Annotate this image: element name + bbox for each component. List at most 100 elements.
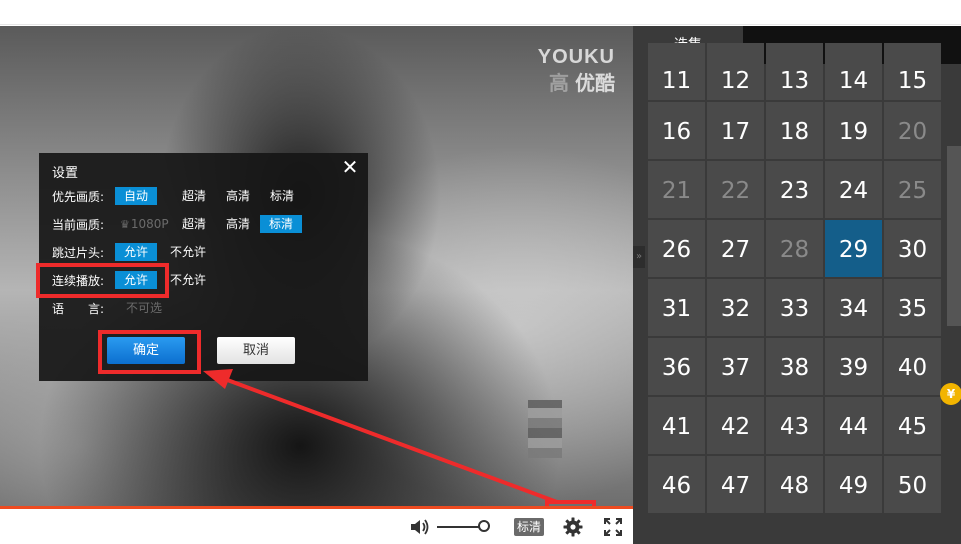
settings-title: 设置 [52, 166, 79, 181]
fullscreen-icon[interactable] [604, 518, 622, 536]
episode-29[interactable]: 29 [825, 220, 882, 277]
episode-37[interactable]: 37 [707, 338, 764, 395]
continuous-play-disallow[interactable]: 不允许 [168, 271, 208, 289]
episode-48[interactable]: 48 [766, 456, 823, 513]
episode-21: 21 [648, 161, 705, 218]
quality-button[interactable]: 标清 [514, 518, 544, 536]
current-quality-super[interactable]: 超清 [180, 215, 208, 233]
volume-knob[interactable] [478, 520, 490, 532]
episode-number: 38 [779, 355, 810, 381]
episode-15[interactable]: 15 [884, 43, 941, 100]
episode-number: 41 [661, 414, 692, 440]
language-value: 不可选 [126, 301, 163, 315]
episode-number: 28 [779, 237, 810, 263]
episode-number: 11 [661, 68, 692, 94]
episode-number: 50 [897, 473, 928, 499]
episode-number: 20 [897, 119, 928, 145]
episode-31[interactable]: 31 [648, 279, 705, 336]
episode-39[interactable]: 39 [825, 338, 882, 395]
episode-23[interactable]: 23 [766, 161, 823, 218]
current-quality-label: 当前画质: [52, 218, 105, 232]
episode-38[interactable]: 38 [766, 338, 823, 395]
episode-41[interactable]: 41 [648, 397, 705, 454]
crown-icon: ♛ [120, 218, 130, 231]
episode-number: 46 [661, 473, 692, 499]
episode-number: 12 [720, 68, 751, 94]
episode-number: 36 [661, 355, 692, 381]
preferred-quality-auto[interactable]: 自动 [115, 187, 158, 205]
episode-number: 42 [720, 414, 751, 440]
episode-18[interactable]: 18 [766, 102, 823, 159]
episode-number: 44 [838, 414, 869, 440]
episode-40[interactable]: 40 [884, 338, 941, 395]
episode-19[interactable]: 19 [825, 102, 882, 159]
episode-number: 30 [897, 237, 928, 263]
episode-42[interactable]: 42 [707, 397, 764, 454]
episode-number: 16 [661, 119, 692, 145]
episode-11[interactable]: 11 [648, 43, 705, 100]
episode-number: 31 [661, 296, 692, 322]
episode-50[interactable]: 50 [884, 456, 941, 513]
preferred-quality-standard[interactable]: 标清 [268, 187, 296, 205]
cancel-button[interactable]: 取消 [217, 337, 295, 364]
episode-number: 39 [838, 355, 869, 381]
preferred-quality-super[interactable]: 超清 [180, 187, 208, 205]
episode-47[interactable]: 47 [707, 456, 764, 513]
episode-16[interactable]: 16 [648, 102, 705, 159]
episode-36[interactable]: 36 [648, 338, 705, 395]
skip-intro-label: 跳过片头: [52, 246, 105, 260]
episode-number: 14 [838, 68, 869, 94]
episode-number: 22 [720, 178, 751, 204]
skip-intro-allow[interactable]: 允许 [115, 243, 158, 261]
episode-number: 29 [838, 237, 869, 263]
episode-28: 28 [766, 220, 823, 277]
gear-icon[interactable] [563, 517, 583, 537]
language-label: 语 言: [52, 302, 105, 316]
volume-icon[interactable] [410, 518, 430, 536]
episode-32[interactable]: 32 [707, 279, 764, 336]
episode-number: 25 [897, 178, 928, 204]
current-quality-high[interactable]: 高清 [224, 215, 252, 233]
control-bar: 标清 [0, 509, 633, 544]
close-icon[interactable]: ✕ [340, 157, 360, 177]
episode-12[interactable]: 12 [707, 43, 764, 100]
episode-scrollbar[interactable] [947, 146, 961, 326]
episode-45[interactable]: 45 [884, 397, 941, 454]
episode-30[interactable]: 30 [884, 220, 941, 277]
episode-46[interactable]: 46 [648, 456, 705, 513]
episode-49[interactable]: 49 [825, 456, 882, 513]
episode-number: 23 [779, 178, 810, 204]
episode-panel: 选集 1112131415161718192021222324252627282… [633, 26, 961, 544]
annotation-box-continuous-play [36, 263, 169, 298]
episode-number: 27 [720, 237, 751, 263]
episode-number: 21 [661, 178, 692, 204]
watermark-en: YOUKU [537, 46, 615, 68]
episode-number: 17 [720, 119, 751, 145]
current-quality-standard[interactable]: 标清 [260, 215, 303, 233]
watermark-faded: 高 [549, 71, 569, 95]
preferred-quality-label: 优先画质: [52, 190, 105, 204]
top-bar [0, 0, 961, 25]
episode-number: 13 [779, 68, 810, 94]
episode-44[interactable]: 44 [825, 397, 882, 454]
episode-26[interactable]: 26 [648, 220, 705, 277]
episode-43[interactable]: 43 [766, 397, 823, 454]
episode-14[interactable]: 14 [825, 43, 882, 100]
episode-27[interactable]: 27 [707, 220, 764, 277]
episode-35[interactable]: 35 [884, 279, 941, 336]
episode-number: 26 [661, 237, 692, 263]
episode-number: 24 [838, 178, 869, 204]
collapse-panel-handle[interactable]: » [633, 246, 645, 268]
episode-13[interactable]: 13 [766, 43, 823, 100]
episode-34[interactable]: 34 [825, 279, 882, 336]
episode-number: 49 [838, 473, 869, 499]
episode-24[interactable]: 24 [825, 161, 882, 218]
episode-number: 40 [897, 355, 928, 381]
episode-33[interactable]: 33 [766, 279, 823, 336]
skip-intro-disallow[interactable]: 不允许 [168, 243, 208, 261]
preferred-quality-high[interactable]: 高清 [224, 187, 252, 205]
episode-17[interactable]: 17 [707, 102, 764, 159]
current-quality-1080p-label: 1080P [130, 217, 169, 231]
episode-number: 15 [897, 68, 928, 94]
coin-icon[interactable]: ¥ [940, 383, 961, 405]
